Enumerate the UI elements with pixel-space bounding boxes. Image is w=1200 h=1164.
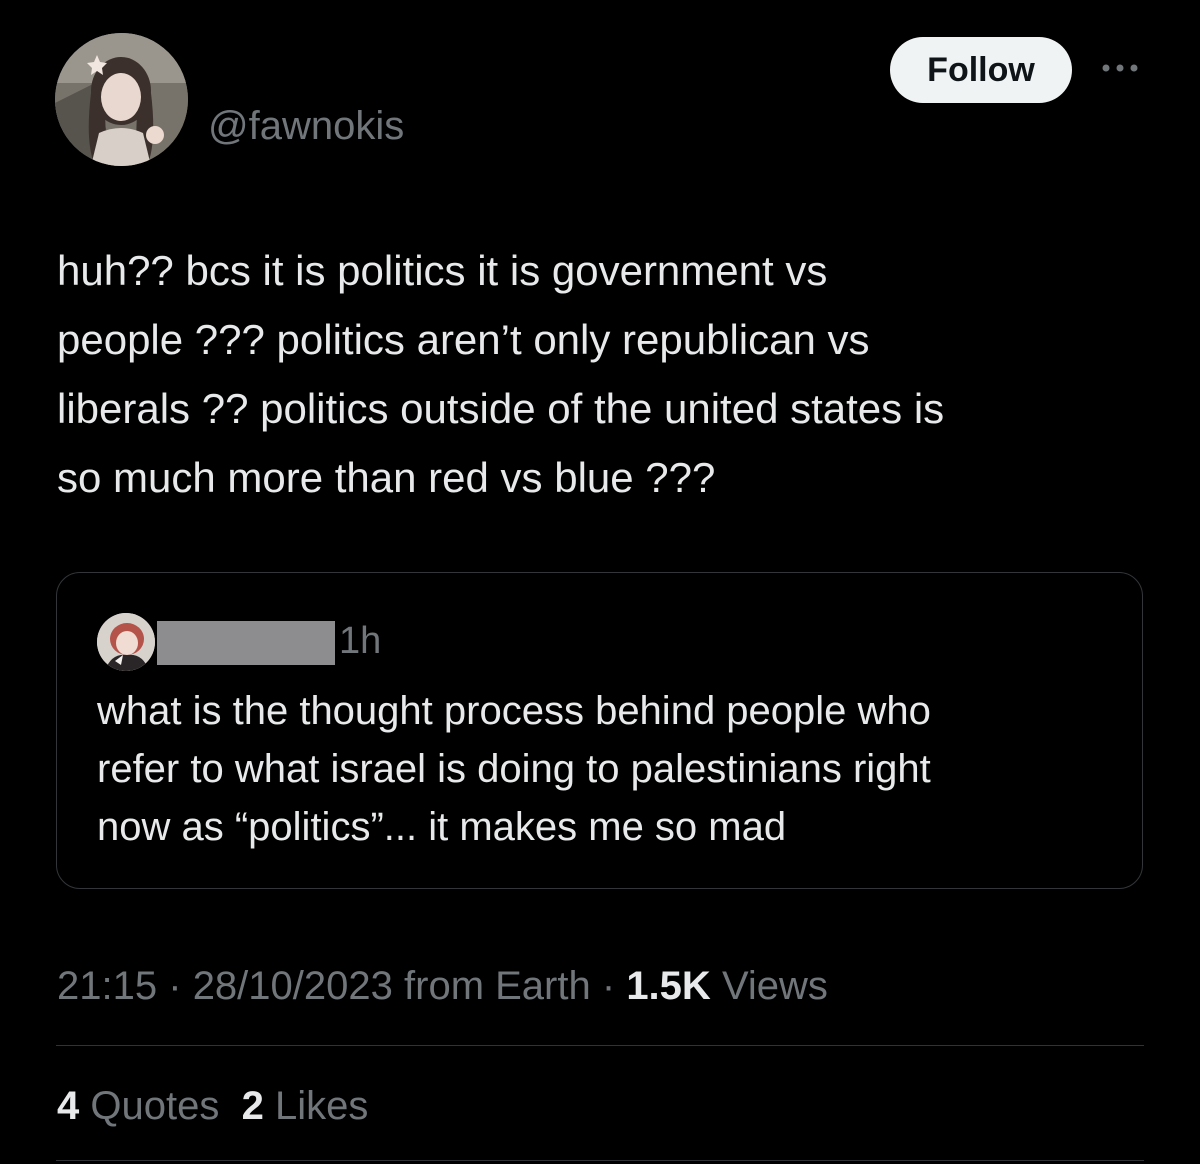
quotes-count: 4 [57,1084,80,1128]
tweet-meta: 21:15 · 28/10/2023 from Earth · 1.5K Vie… [57,960,828,1012]
quoted-author-avatar [97,613,155,671]
quoted-tweet-card[interactable]: 1h what is the thought process behind pe… [56,572,1143,889]
quotes-label: Quotes [90,1084,220,1128]
tweet-date[interactable]: 28/10/2023 [193,964,393,1008]
likes-label: Likes [274,1084,369,1128]
likes-stat[interactable]: 2 Likes [242,1084,369,1128]
follow-button[interactable]: Follow [890,37,1072,103]
redacted-author-name [157,621,335,665]
divider [56,1045,1144,1046]
divider [56,1160,1144,1161]
views-label: Views [721,964,828,1008]
tweet-text: huh?? bcs it is politics it is governmen… [57,247,945,501]
quotes-stat[interactable]: 4 Quotes [57,1084,219,1128]
author-handle[interactable]: @fawnokis [208,100,404,152]
views-count: 1.5K [626,964,711,1008]
engagement-stats: 4 Quotes 2 Likes [57,1080,368,1132]
more-options-icon[interactable] [1098,56,1142,80]
author-avatar[interactable] [55,33,188,166]
meta-separator: · [601,964,616,1008]
quoted-tweet-time: 1h [339,620,382,662]
quoted-tweet-text: what is the thought process behind peopl… [97,689,931,849]
likes-count: 2 [241,1084,264,1128]
tweet-source: from Earth [404,964,591,1008]
meta-separator: · [168,964,182,1008]
tweet-time[interactable]: 21:15 [57,964,157,1008]
avatar-photo [55,33,188,166]
